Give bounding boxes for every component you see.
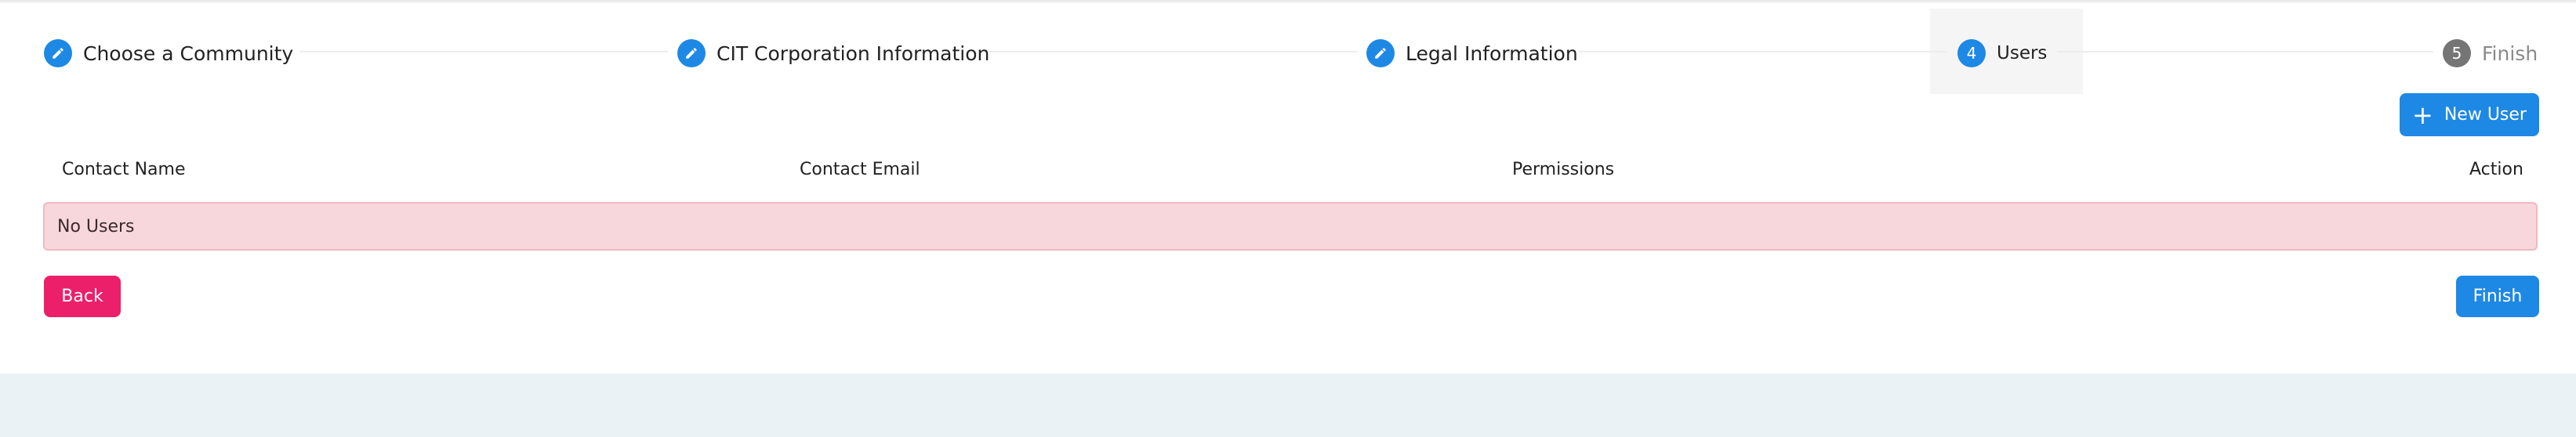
pencil-icon	[1366, 39, 1395, 67]
step-label: CIT Corporation Information	[717, 42, 990, 65]
step-finish[interactable]: 5 Finish	[2443, 30, 2538, 77]
empty-message-text: No Users	[57, 216, 135, 237]
step-number-badge: 4	[1957, 39, 1986, 67]
stepper: Choose a Community CIT Corporation Infor…	[0, 3, 2576, 100]
step-label: Legal Information	[1406, 42, 1578, 65]
pencil-icon	[677, 39, 706, 67]
empty-table-message: No Users	[43, 202, 2538, 251]
wizard-card: Choose a Community CIT Corporation Infor…	[0, 3, 2576, 374]
step-label: Finish	[2482, 42, 2538, 65]
step-connector	[1579, 51, 1947, 52]
column-permissions: Permissions	[1512, 160, 1615, 179]
new-user-button[interactable]: + New User	[2400, 93, 2539, 136]
back-label: Back	[61, 287, 103, 306]
finish-button[interactable]: Finish	[2456, 276, 2539, 317]
step-connector	[299, 51, 668, 52]
step-connector	[2057, 51, 2433, 52]
column-contact-email: Contact Email	[800, 160, 920, 179]
pencil-icon	[44, 39, 72, 67]
step-legal-information[interactable]: Legal Information	[1366, 30, 1578, 77]
step-label: Users	[1997, 43, 2048, 63]
column-action: Action	[2469, 160, 2523, 179]
step-choose-community[interactable]: Choose a Community	[44, 30, 293, 77]
step-users[interactable]: 4 Users	[1957, 30, 2047, 77]
column-contact-name: Contact Name	[62, 160, 186, 179]
new-user-label: New User	[2444, 105, 2527, 125]
step-connector	[989, 51, 1358, 52]
table-header: Contact Name Contact Email Permissions A…	[44, 160, 2542, 191]
step-corporation-information[interactable]: CIT Corporation Information	[677, 30, 989, 77]
plus-icon: +	[2412, 99, 2433, 130]
finish-label: Finish	[2473, 287, 2523, 306]
step-label: Choose a Community	[83, 42, 294, 65]
step-number-badge: 5	[2443, 39, 2471, 67]
back-button[interactable]: Back	[44, 276, 121, 317]
